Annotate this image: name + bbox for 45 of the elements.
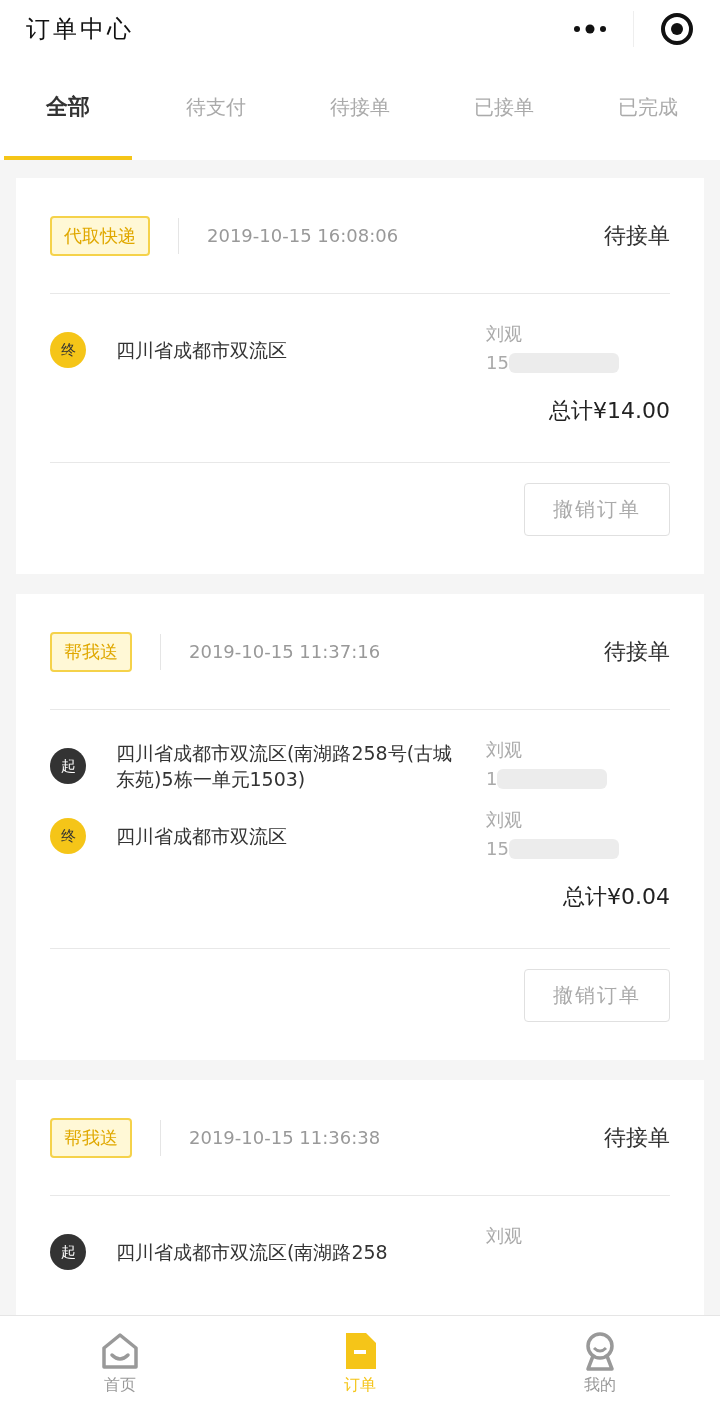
order-status: 待接单: [604, 221, 670, 250]
page-title: 订单中心: [26, 14, 134, 45]
home-icon: [100, 1330, 140, 1371]
phone-number: 1: [486, 768, 498, 789]
address-text: 四川省成都市双流区(南湖路258号(古城东苑)5栋一单元1503): [116, 741, 454, 792]
address-text: 四川省成都市双流区(南湖路258: [116, 1240, 389, 1265]
order-time: 2019-10-15 16:08:06: [207, 225, 400, 246]
stop-marker: 终: [50, 332, 86, 368]
cancel-order-button[interactable]: 撤销订单: [524, 969, 670, 1022]
address-text: 四川省成都市双流区: [116, 338, 288, 363]
order-total: 总计¥0.04: [562, 883, 670, 911]
phone-number: 15: [486, 352, 509, 373]
filter-tab[interactable]: 已完成: [576, 58, 720, 160]
order-status: 待接单: [604, 637, 670, 666]
filter-tab[interactable]: 全部: [4, 58, 132, 160]
contact-name: 刘观: [486, 738, 523, 762]
phone-number: 15: [486, 838, 509, 859]
contact-name: 刘观: [486, 1224, 522, 1248]
filter-tab[interactable]: 已接单: [432, 58, 576, 160]
cancel-order-button[interactable]: 撤销订单: [524, 483, 670, 536]
stop-marker: 终: [50, 818, 86, 854]
nav-tab[interactable]: 首页: [60, 1316, 180, 1410]
order-card[interactable]: 帮我送 2019-10-15 11:36:38 待接单 起 四川省成都市双流区(南湖路258 刘观: [16, 1080, 704, 1315]
nav-tab[interactable]: 订单: [300, 1316, 420, 1410]
nav-label: 订单: [344, 1374, 376, 1396]
nav-tab[interactable]: 我的: [540, 1316, 660, 1410]
service-tag: 代取快递: [50, 215, 150, 256]
nav-label: 首页: [104, 1374, 136, 1396]
contact-name: 刘观: [486, 808, 523, 832]
filter-tab[interactable]: 待支付: [144, 58, 288, 160]
order-card[interactable]: 帮我送 2019-10-15 11:37:16 待接单 起 四川省成都市双流区(南湖路258号(古城东苑)5栋一单元1503) 刘观 1 终 四川省成都市双流区 刘观 15 总计¥0.04 撤销订单: [16, 594, 704, 1060]
order-time: 2019-10-15 11:37:16: [189, 641, 382, 662]
order-total: 总计¥14.00: [548, 397, 670, 425]
filter-tab[interactable]: 待接单: [288, 58, 432, 160]
address-text: 四川省成都市双流区: [116, 824, 288, 849]
service-tag: 帮我送: [50, 631, 132, 672]
stop-marker: 起: [50, 748, 86, 784]
nav-label: 我的: [584, 1374, 616, 1396]
contact-name: 刘观: [486, 322, 523, 346]
order-card[interactable]: 代取快递 2019-10-15 16:08:06 待接单 终 四川省成都市双流区 刘观 15 总计¥14.00 撤销订单: [16, 178, 704, 574]
service-tag: 帮我送: [50, 1117, 132, 1158]
stop-marker: 起: [50, 1234, 86, 1270]
order-time: 2019-10-15 11:36:38: [189, 1127, 382, 1148]
order-status: 待接单: [604, 1123, 670, 1152]
more-icon[interactable]: [573, 24, 607, 34]
